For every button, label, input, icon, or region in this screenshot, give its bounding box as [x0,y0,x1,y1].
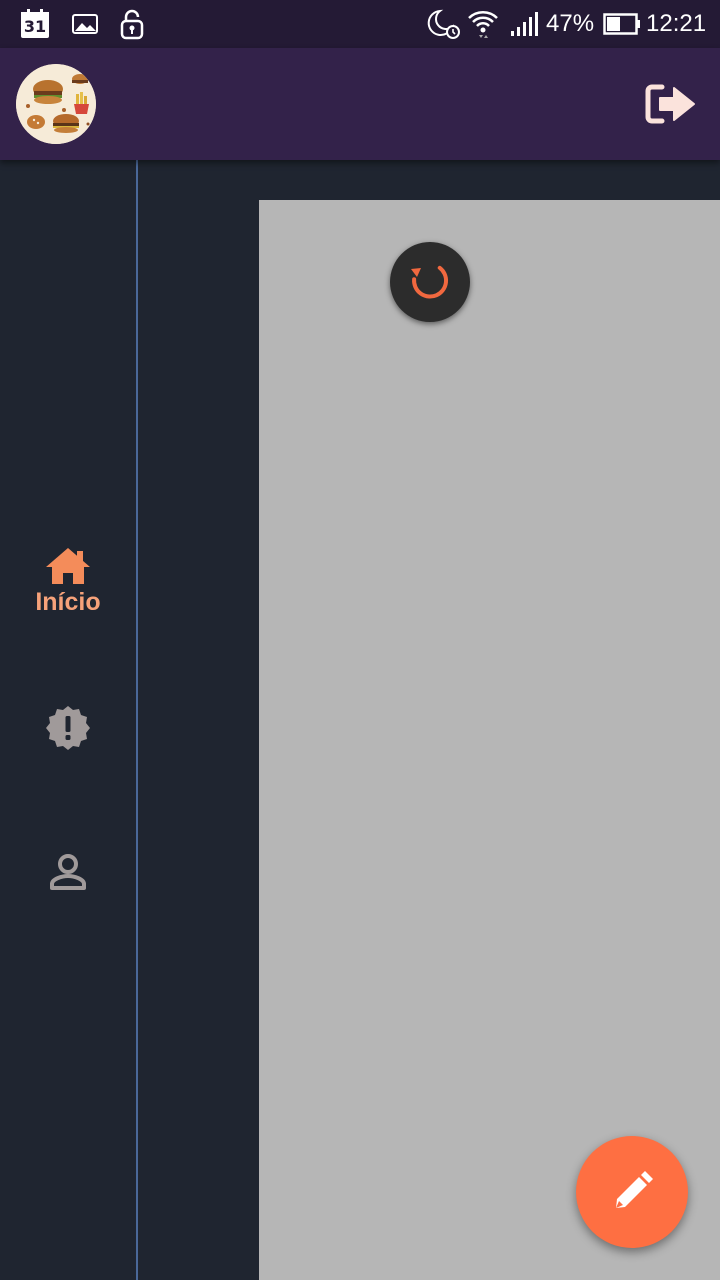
refresh-indicator [390,242,470,322]
app-bar [0,48,720,160]
app-screen: 31 47% 12:21 Início [0,0,720,1280]
do-not-disturb-alarm-icon [424,8,462,40]
status-bar: 31 47% 12:21 [0,0,720,48]
unlock-icon [118,8,146,40]
logout-button[interactable] [636,76,704,132]
calendar-icon: 31 [18,8,52,40]
edit-fab-button[interactable] [576,1136,688,1248]
nav-item-inicio[interactable]: Início [0,546,136,617]
logout-icon [645,84,695,124]
avatar[interactable] [16,64,96,144]
refresh-icon [411,265,448,299]
burger-logo-icon [16,64,96,144]
clock-time: 12:21 [646,10,707,37]
alert-badge-icon [46,706,90,750]
home-icon [46,548,90,584]
image-icon [70,8,100,40]
signal-icon [508,8,540,40]
nav-item-alerts[interactable] [0,704,136,752]
rail-divider [136,160,138,1280]
pencil-icon [616,1171,653,1208]
battery-icon [602,8,642,40]
nav-label-inicio: Início [35,588,101,616]
wifi-icon [466,8,500,40]
content-panel [259,200,720,1280]
nav-item-profile[interactable] [0,852,136,896]
battery-percent: 47% [546,10,595,37]
calendar-day: 31 [23,17,47,36]
person-icon [50,854,86,890]
